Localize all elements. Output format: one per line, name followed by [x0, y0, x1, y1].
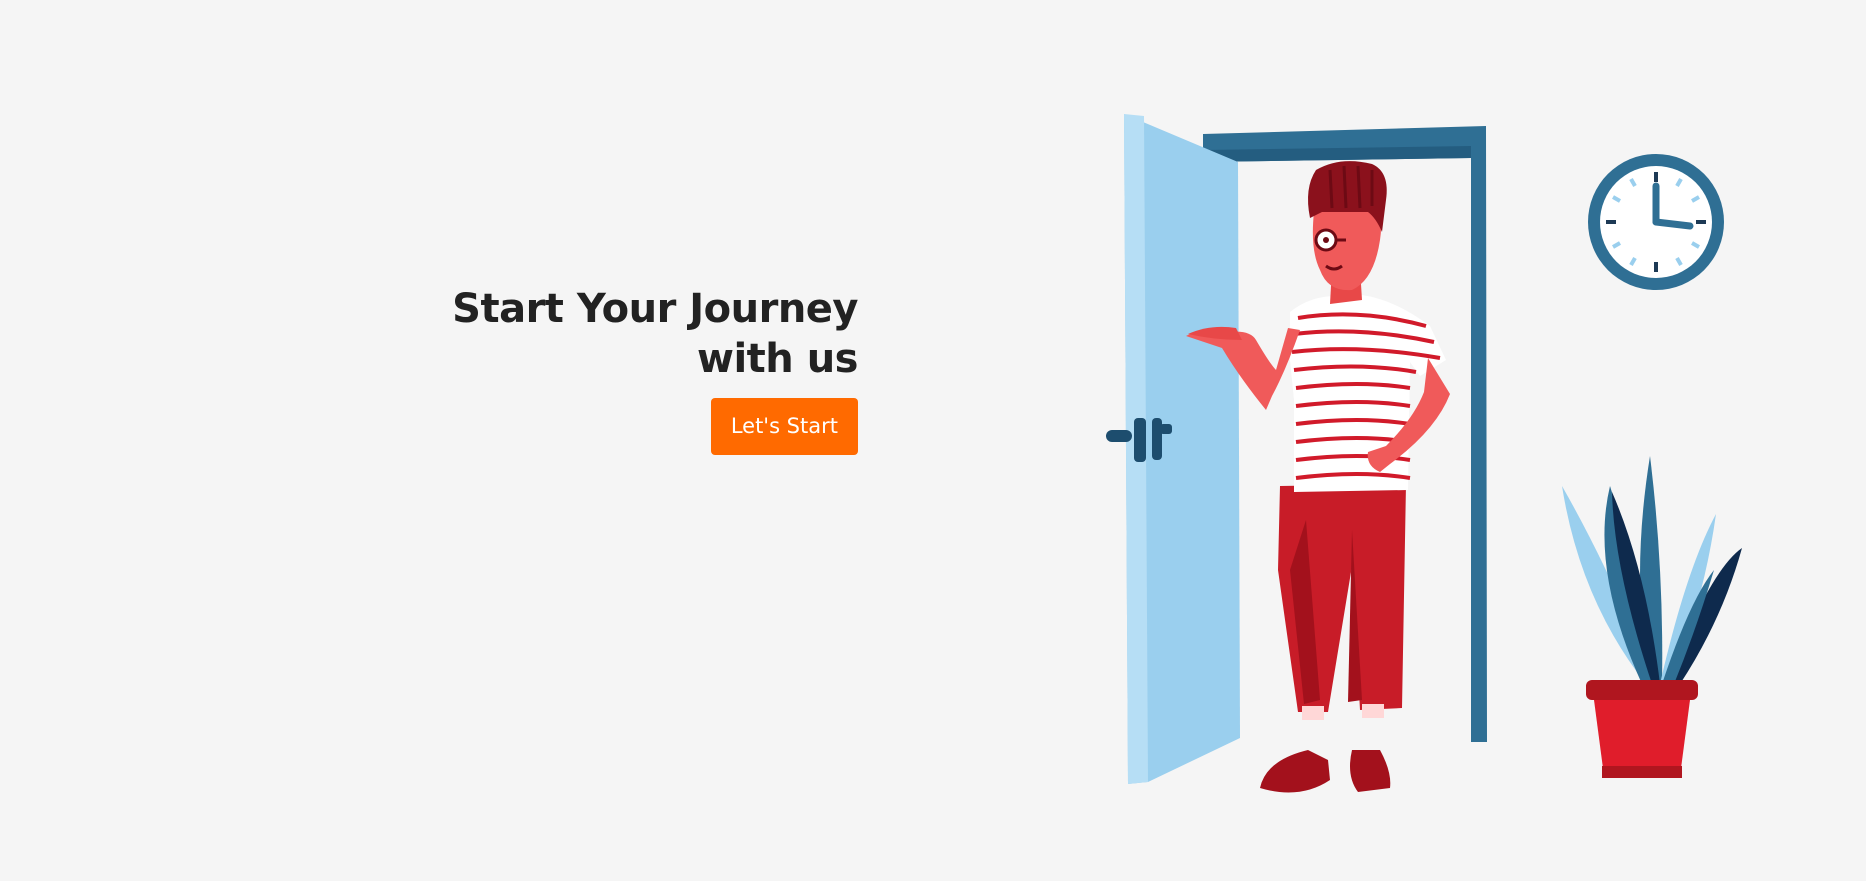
hero-text-block: Start Your Journey with us Let's Start [438, 284, 858, 455]
landing-page: Start Your Journey with us Let's Start [0, 0, 1866, 881]
page-title: Start Your Journey with us [438, 284, 858, 384]
plant-icon [1562, 456, 1742, 778]
lets-start-button[interactable]: Let's Start [710, 398, 858, 455]
doorway-illustration [1106, 114, 1742, 793]
clock-icon [1588, 154, 1724, 290]
title-line-2: with us [697, 336, 858, 382]
door-icon [1106, 114, 1240, 784]
title-line-1: Start Your Journey [452, 286, 858, 332]
